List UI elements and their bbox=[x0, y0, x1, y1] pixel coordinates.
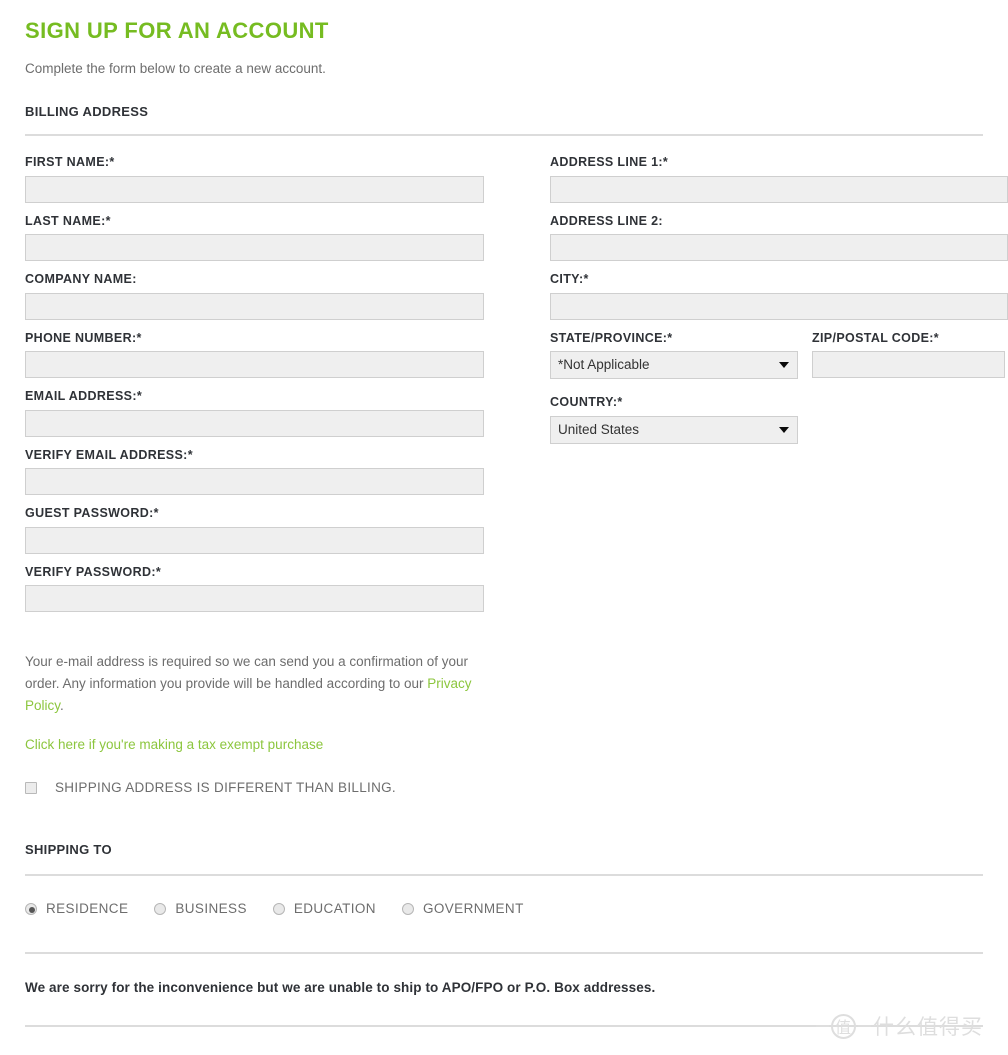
shipping-to-heading: SHIPPING TO bbox=[25, 842, 112, 858]
field-guest-password: GUEST PASSWORD:* bbox=[25, 495, 525, 554]
label-email-address: EMAIL ADDRESS:* bbox=[25, 389, 143, 404]
signup-page: SIGN UP FOR AN ACCOUNT Complete the form… bbox=[0, 0, 1008, 1055]
billing-right-column: ADDRESS LINE 1:* ADDRESS LINE 2: CITY:* … bbox=[525, 156, 1008, 449]
radio-label-residence: RESIDENCE bbox=[46, 901, 129, 917]
label-address-line-2: ADDRESS LINE 2: bbox=[550, 213, 663, 228]
label-address-line-1: ADDRESS LINE 1:* bbox=[550, 155, 669, 170]
state-zip-row: STATE/PROVINCE:* *Not Applicable ZIP/POS… bbox=[550, 320, 1008, 385]
email-note-text-1: Your e-mail address is required so we ca… bbox=[25, 654, 468, 692]
zip-postal-code-input[interactable] bbox=[812, 351, 1005, 379]
email-note-text-2: . bbox=[60, 698, 64, 714]
radio-item-education[interactable]: EDUCATION bbox=[272, 901, 376, 917]
label-verify-email-address: VERIFY EMAIL ADDRESS:* bbox=[25, 447, 193, 462]
radio-label-education: EDUCATION bbox=[293, 901, 376, 917]
radio-icon[interactable] bbox=[401, 902, 414, 915]
label-city: CITY:* bbox=[550, 272, 589, 287]
label-guest-password: GUEST PASSWORD:* bbox=[25, 506, 159, 521]
watermark-logo-icon: 值 bbox=[831, 1013, 856, 1039]
radio-icon[interactable] bbox=[154, 902, 167, 915]
tax-exempt-link[interactable]: Click here if you're making a tax exempt… bbox=[25, 717, 525, 752]
country-select-wrap[interactable]: United States bbox=[550, 415, 798, 444]
checkbox-icon[interactable] bbox=[25, 781, 37, 794]
radio-icon[interactable] bbox=[272, 902, 285, 915]
verify-password-input[interactable] bbox=[25, 585, 484, 613]
field-verify-email-address: VERIFY EMAIL ADDRESS:* bbox=[25, 437, 525, 496]
first-name-input[interactable] bbox=[25, 175, 484, 203]
field-address-line-2: ADDRESS LINE 2: bbox=[550, 203, 1008, 262]
label-phone-number: PHONE NUMBER:* bbox=[25, 330, 142, 345]
email-address-input[interactable] bbox=[25, 409, 484, 437]
state-province-select[interactable]: *Not Applicable bbox=[550, 351, 798, 380]
watermark-text: 什么值得买 bbox=[873, 1015, 983, 1039]
watermark-dash bbox=[816, 1025, 829, 1027]
radio-item-business[interactable]: BUSINESS bbox=[154, 901, 246, 916]
watermark: 值 什么值得买 bbox=[816, 1011, 983, 1041]
field-city: CITY:* bbox=[550, 261, 1008, 320]
field-company-name: COMPANY NAME: bbox=[25, 261, 525, 320]
label-last-name: LAST NAME:* bbox=[25, 213, 111, 228]
radio-item-government[interactable]: GOVERNMENT bbox=[401, 901, 524, 917]
field-address-line-1: ADDRESS LINE 1:* bbox=[550, 156, 1008, 203]
page-title: SIGN UP FOR AN ACCOUNT bbox=[25, 18, 329, 43]
page-subtitle: Complete the form below to create a new … bbox=[25, 61, 326, 77]
field-state-province: STATE/PROVINCE:* *Not Applicable bbox=[550, 320, 812, 385]
radio-item-residence[interactable]: RESIDENCE bbox=[25, 901, 128, 916]
field-email-address: EMAIL ADDRESS:* bbox=[25, 378, 525, 437]
shipping-different-row[interactable]: SHIPPING ADDRESS IS DIFFERENT THAN BILLI… bbox=[25, 752, 525, 795]
label-first-name: FIRST NAME:* bbox=[25, 155, 115, 170]
billing-address-heading: BILLING ADDRESS bbox=[25, 104, 149, 120]
radio-label-business: BUSINESS bbox=[175, 901, 247, 917]
radio-icon[interactable] bbox=[25, 902, 37, 915]
billing-form: FIRST NAME:* LAST NAME:* COMPANY NAME: P… bbox=[25, 136, 1008, 795]
label-verify-password: VERIFY PASSWORD:* bbox=[25, 564, 162, 579]
last-name-input[interactable] bbox=[25, 234, 484, 262]
label-zip-postal-code: ZIP/POSTAL CODE:* bbox=[812, 330, 940, 345]
country-select[interactable]: United States bbox=[550, 415, 798, 444]
field-phone-number: PHONE NUMBER:* bbox=[25, 320, 525, 379]
radio-label-government: GOVERNMENT bbox=[422, 901, 524, 917]
field-first-name: FIRST NAME:* bbox=[25, 156, 525, 203]
field-zip-postal-code: ZIP/POSTAL CODE:* bbox=[812, 320, 1008, 379]
field-verify-password: VERIFY PASSWORD:* bbox=[25, 554, 525, 613]
field-last-name: LAST NAME:* bbox=[25, 203, 525, 262]
company-name-input[interactable] bbox=[25, 292, 484, 320]
verify-email-address-input[interactable] bbox=[25, 468, 484, 496]
billing-left-column: FIRST NAME:* LAST NAME:* COMPANY NAME: P… bbox=[25, 156, 525, 795]
state-select-wrap[interactable]: *Not Applicable bbox=[550, 351, 798, 380]
address-line-1-input[interactable] bbox=[550, 175, 1008, 203]
email-required-note: Your e-mail address is required so we ca… bbox=[25, 612, 475, 717]
label-state-province: STATE/PROVINCE:* bbox=[550, 330, 673, 345]
city-input[interactable] bbox=[550, 292, 1008, 320]
phone-number-input[interactable] bbox=[25, 351, 484, 379]
address-line-2-input[interactable] bbox=[550, 234, 1008, 262]
shipping-different-label: SHIPPING ADDRESS IS DIFFERENT THAN BILLI… bbox=[55, 780, 396, 796]
guest-password-input[interactable] bbox=[25, 526, 484, 554]
watermark-dash bbox=[858, 1025, 871, 1027]
shipping-restriction-notice: We are sorry for the inconvenience but w… bbox=[25, 980, 656, 996]
field-country: COUNTRY:* United States bbox=[550, 384, 1008, 449]
label-country: COUNTRY:* bbox=[550, 395, 623, 410]
shipping-to-options: RESIDENCE BUSINESS EDUCATION GOVERNMENT bbox=[25, 876, 983, 916]
label-company-name: COMPANY NAME: bbox=[25, 272, 137, 287]
